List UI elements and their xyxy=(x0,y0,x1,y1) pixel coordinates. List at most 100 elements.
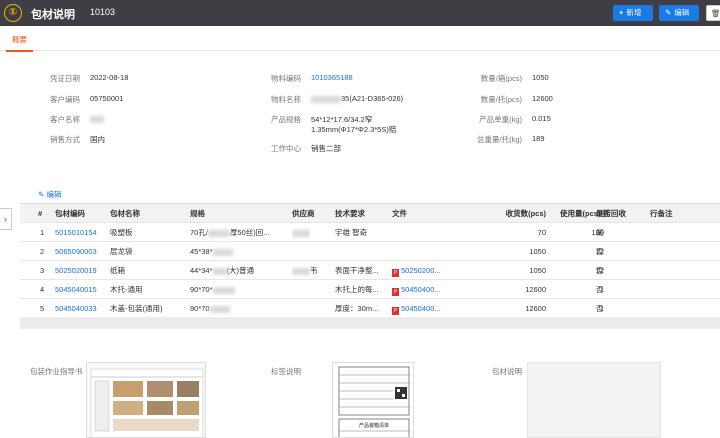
col-header-spec[interactable]: 规格 xyxy=(190,204,205,223)
unit-weight-label: 产品单重(kg) xyxy=(479,115,522,124)
row-usage: 12 xyxy=(595,266,604,275)
voucher-date-label: 凭证日期 xyxy=(50,74,80,83)
row-file-link[interactable]: P 50250200... xyxy=(392,261,441,280)
row-spec-end: 厚50丝)回... xyxy=(229,228,270,237)
row-recycle: 否 xyxy=(596,285,604,294)
edit-button-label: 编辑 xyxy=(674,8,690,17)
edit-table-link[interactable]: ✎ 编辑 xyxy=(38,189,61,200)
unit-weight-value: 0.015 xyxy=(532,114,551,123)
table-row[interactable]: 4 5045040015 木托-通用 90*70* 木托上的每... P 5045… xyxy=(20,280,720,299)
col-header-note[interactable]: 行备注 xyxy=(650,204,673,223)
delete-button[interactable]: 🗑 xyxy=(706,5,720,21)
row-code-link[interactable]: 5045040033 xyxy=(55,299,97,318)
col-header-code[interactable]: 包材编码 xyxy=(55,204,85,223)
table-row[interactable]: 1 5015010154 吸塑板 70孔/厚50丝)回... 宇雄 智奇 70 … xyxy=(20,223,720,242)
chevron-right-icon: › xyxy=(4,214,7,224)
product-spec-label: 产品规格 xyxy=(271,115,301,124)
page-title: 包材说明 xyxy=(31,9,75,21)
edit-button[interactable]: ✎ 编辑 xyxy=(659,5,699,21)
row-tech: 厚度：30m... xyxy=(335,304,379,313)
table-row[interactable]: 2 5065090003 层龙袋 45*38* 1050 12 否 xyxy=(20,242,720,261)
col-header-file[interactable]: 文件 xyxy=(392,204,407,223)
row-recycle: 否 xyxy=(596,247,604,256)
label-document-preview: 产品装箱清单 xyxy=(338,366,410,437)
edit-icon: ✎ xyxy=(665,8,672,17)
material-code-link[interactable]: 1010365188 xyxy=(311,73,353,82)
row-spec: 45*38* xyxy=(190,242,290,261)
row-spec-end: (大)普通 xyxy=(226,266,255,275)
redacted-mark xyxy=(311,95,341,103)
new-button-label: 新增 xyxy=(626,8,642,17)
row-usage: 1 xyxy=(599,285,604,294)
row-spec-start: 44*34* xyxy=(190,266,213,275)
row-usage: 12 xyxy=(595,247,604,256)
packaging-table: # 包材编码 包材名称 规格 供应商 技术要求 文件 收货数(pcs) 使用量(… xyxy=(20,203,720,318)
label-image[interactable]: 产品装箱清单 xyxy=(332,362,414,438)
tab-overview[interactable]: 概要 xyxy=(6,34,33,52)
redacted-mark xyxy=(212,267,227,275)
work-center-value: 销售二部 xyxy=(311,144,341,153)
col-header-tech[interactable]: 技术要求 xyxy=(335,204,365,223)
record-code: 10103 xyxy=(90,7,116,17)
row-recycle: 是 xyxy=(596,228,604,237)
qty-per-pallet-label: 数量/托(pcs) xyxy=(480,95,522,104)
row-code-link[interactable]: 5015010154 xyxy=(55,223,97,242)
table-header-row: # 包材编码 包材名称 规格 供应商 技术要求 文件 收货数(pcs) 使用量(… xyxy=(20,204,720,223)
customer-code-value: 05750001 xyxy=(90,94,124,103)
row-supplier-text: 韦 xyxy=(310,266,318,275)
row-spec: 90*70 xyxy=(190,299,290,318)
row-spec-start: 90*70 xyxy=(190,304,210,313)
col-header-name[interactable]: 包材名称 xyxy=(110,204,140,223)
material-image-placeholder[interactable] xyxy=(527,362,661,438)
redacted-mark xyxy=(207,229,230,237)
col-header-index: # xyxy=(38,209,43,218)
edit-table-label: 编辑 xyxy=(46,190,62,199)
col-header-recycle[interactable]: 是否回收 xyxy=(596,204,626,223)
row-spec-start: 45*38* xyxy=(190,247,213,256)
total-weight-value: 189 xyxy=(532,134,545,143)
col-header-supplier[interactable]: 供应商 xyxy=(292,204,315,223)
row-index: 5 xyxy=(40,304,45,313)
material-name-label: 物料名称 xyxy=(271,95,301,104)
qty-per-pallet-value: 12600 xyxy=(532,94,553,103)
row-file-name: 50450400... xyxy=(401,285,441,294)
trash-icon: 🗑 xyxy=(711,9,720,18)
table-row[interactable]: 3 5025020019 纸箱 44*34* (大)普通 韦 表面干净整... P… xyxy=(20,261,720,280)
row-recycle: 否 xyxy=(596,266,604,275)
guide-image[interactable] xyxy=(86,362,206,438)
table-footer-scrollbar[interactable] xyxy=(20,317,720,329)
row-name: 层龙袋 xyxy=(110,247,133,256)
sidebar-expand-button[interactable]: › xyxy=(0,208,12,230)
product-spec-line2: 1.35mm(Φ17*Φ2.3*5S)赔 xyxy=(311,125,397,134)
row-code-link[interactable]: 5045040015 xyxy=(55,280,97,299)
row-usage: 1 xyxy=(599,304,604,313)
qty-per-box-label: 数量/箱(pcs) xyxy=(480,74,522,83)
row-name: 木托-通用 xyxy=(110,285,143,294)
row-index: 4 xyxy=(40,285,45,294)
redacted-mark xyxy=(90,115,104,123)
row-supplier xyxy=(292,223,310,242)
row-code-link[interactable]: 5065090003 xyxy=(55,242,97,261)
redacted-mark xyxy=(209,305,230,313)
row-recycle: 否 xyxy=(596,304,604,313)
work-center-label: 工作中心 xyxy=(271,144,301,153)
row-file-link[interactable]: P 50450400... xyxy=(392,299,441,318)
row-spec: 44*34* (大)普通 xyxy=(190,261,290,280)
customer-code-label: 客户编码 xyxy=(50,95,80,104)
customer-name-value xyxy=(90,114,104,123)
plus-icon: + xyxy=(619,8,624,17)
new-button[interactable]: + 新增 xyxy=(613,5,653,21)
redacted-mark xyxy=(212,248,233,256)
table-row[interactable]: 5 5045040033 木盖-包装(通用) 90*70 厚度：30m... P… xyxy=(20,299,720,318)
row-spec: 70孔/厚50丝)回... xyxy=(190,223,290,242)
guide-document-preview xyxy=(90,368,204,437)
row-name: 木盖-包装(通用) xyxy=(110,304,163,313)
redacted-mark xyxy=(212,286,235,294)
row-spec-start: 90*70* xyxy=(190,285,213,294)
row-code-link[interactable]: 5025020019 xyxy=(55,261,97,280)
row-spec: 90*70* xyxy=(190,280,290,299)
row-index: 1 xyxy=(40,228,45,237)
row-file-link[interactable]: P 50450400... xyxy=(392,280,441,299)
row-usage: 180 xyxy=(591,228,604,237)
row-file-name: 50450400... xyxy=(401,304,441,313)
